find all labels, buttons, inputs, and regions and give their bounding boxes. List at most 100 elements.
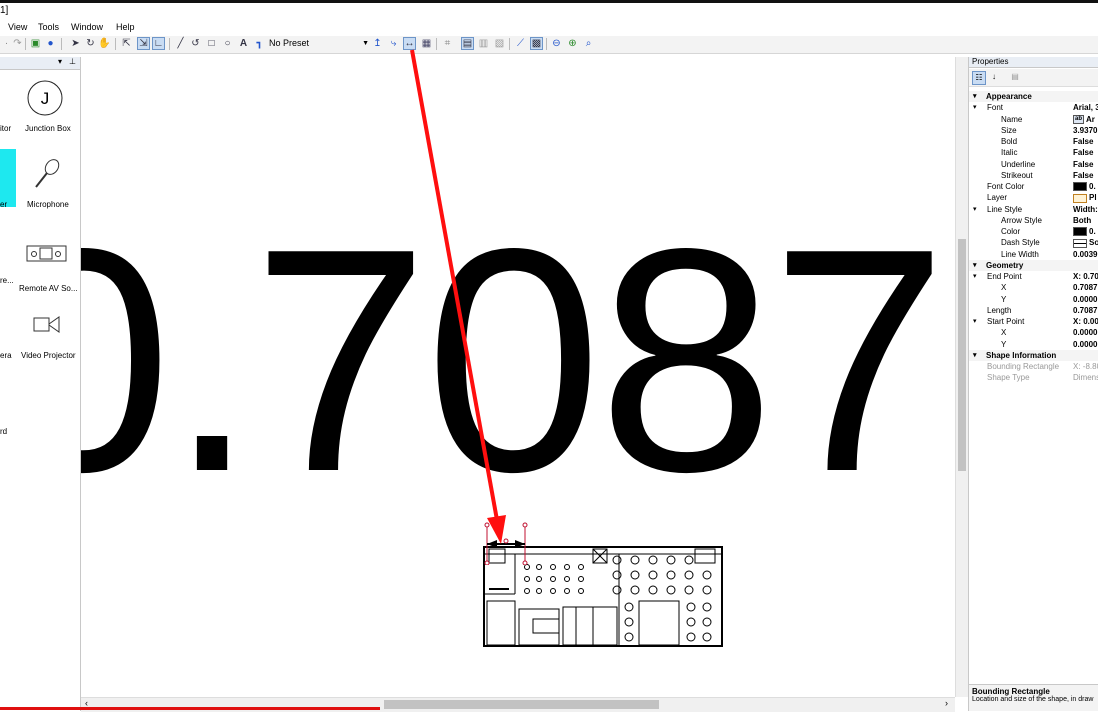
property-row[interactable]: Underline False [969,159,1098,170]
property-row[interactable]: Layer Pl [969,192,1098,203]
alphabetical-icon[interactable]: ↓ [988,71,1000,83]
property-row[interactable]: ▾ End Point X: 0.70 [969,271,1098,282]
property-value[interactable]: X: 0.70 [1073,271,1098,282]
property-value[interactable]: False [1073,170,1093,181]
property-category[interactable]: ▾ Geometry [969,259,1098,271]
pointer-icon[interactable]: ➤ [69,37,82,50]
property-row[interactable]: ▾ Line Style Width: [969,204,1098,215]
expand-chevron-icon[interactable]: ▾ [973,204,977,215]
video-projector-icon[interactable] [33,315,61,335]
property-row[interactable]: Name ab Ar [969,114,1098,125]
panel-menu-icon[interactable]: ▾ [58,57,62,66]
property-value[interactable]: ab Ar [1073,114,1095,125]
preset-select[interactable]: No Preset ▼ [269,37,369,50]
junction-box-icon[interactable]: J [25,79,65,119]
property-row[interactable]: X 0.0000 [969,327,1098,338]
menu-view[interactable]: View [8,22,27,32]
property-row[interactable]: Shape Type Dimensi [969,372,1098,383]
drawing-canvas[interactable]: 0.7087' [81,57,955,697]
connector-tool-icon[interactable]: ┓ [253,37,266,50]
pan-hand-icon[interactable]: ✋ [98,37,111,50]
microphone-icon[interactable] [30,157,62,191]
vertical-scroll-thumb[interactable] [958,239,966,471]
property-value[interactable]: False [1073,136,1093,147]
property-row[interactable]: Color 0. [969,226,1098,237]
expand-chevron-icon[interactable]: ▾ [973,91,977,102]
export-icon[interactable]: ▣ [29,37,42,50]
snap-grid-icon[interactable]: ▩ [530,37,543,50]
property-row[interactable]: X 0.7087 [969,282,1098,293]
zoom-window-icon[interactable]: ⌕ [582,37,595,50]
text-tool-icon[interactable]: A [237,37,250,50]
property-value[interactable]: 0.0000 [1073,294,1097,305]
property-value[interactable]: 0.0000 [1073,327,1097,338]
expand-chevron-icon[interactable]: ▾ [973,260,977,271]
property-row[interactable]: Line Width 0.0039 [969,249,1098,260]
property-value[interactable]: Dimensi [1073,372,1098,383]
menu-window[interactable]: Window [71,22,103,32]
property-row[interactable]: Arrow Style Both [969,215,1098,226]
rotate-icon[interactable]: ↻ [84,37,97,50]
dimension-tool-icon[interactable]: ↔ [403,37,416,50]
menu-help[interactable]: Help [116,22,135,32]
bring-front-icon[interactable]: ▤ [461,37,474,50]
align-icon[interactable]: ▧ [493,37,506,50]
selected-shape-highlight[interactable] [0,149,16,207]
property-value[interactable]: Arial, 3 [1073,102,1098,113]
categorized-icon[interactable]: ☷ [972,71,986,85]
zoom-out-icon[interactable]: ⊖ [550,37,563,50]
property-row[interactable]: Dash Style So [969,237,1098,248]
property-value[interactable]: Both [1073,215,1091,226]
pin-icon[interactable]: ⊥ [69,57,76,66]
remote-av-source-icon[interactable] [26,244,68,264]
horizontal-scroll-thumb[interactable] [384,700,659,709]
line-tool-icon[interactable]: ╱ [174,37,187,50]
property-value[interactable]: Width: [1073,204,1098,215]
property-pages-icon[interactable]: ▤ [1009,71,1021,83]
measure-icon[interactable]: ⟋ [514,37,527,50]
property-row[interactable]: Bounding Rectangle X: -8.80 [969,361,1098,372]
property-value[interactable]: Pl [1073,192,1097,203]
expand-chevron-icon[interactable]: ▾ [973,316,977,327]
property-row[interactable]: Strikeout False [969,170,1098,181]
property-value[interactable]: X: -8.80 [1073,361,1098,372]
property-row[interactable]: Length 0.7087 [969,305,1098,316]
property-value[interactable]: X: 0.00 [1073,316,1098,327]
select-vertex-icon[interactable]: ⇱ [120,37,133,50]
property-category[interactable]: ▾ Shape Information [969,349,1098,361]
property-value[interactable]: So [1073,237,1098,248]
menu-tools[interactable]: Tools [38,22,59,32]
arc-tool-icon[interactable]: ↺ [189,37,202,50]
curve-tool-icon[interactable]: ⤷ [387,37,400,50]
property-row[interactable]: ▾ Font Arial, 3 [969,102,1098,113]
property-value[interactable]: 0.7087 [1073,305,1097,316]
ortho-icon[interactable]: ∟ [152,37,165,50]
image-tool-icon[interactable]: ▦ [420,37,433,50]
property-value[interactable]: False [1073,159,1093,170]
property-row[interactable]: Size 3.9370 [969,125,1098,136]
property-value[interactable]: 0.7087 [1073,282,1097,293]
help-icon[interactable]: ● [44,37,57,50]
up-arrow-tool-icon[interactable]: ↥ [371,37,384,50]
vertical-scrollbar[interactable] [955,57,968,697]
dimension-text[interactable]: 0.7087' [81,196,955,526]
property-row[interactable]: ▾ Start Point X: 0.00 [969,316,1098,327]
rectangle-tool-icon[interactable]: □ [205,37,218,50]
zoom-in-icon[interactable]: ⊕ [566,37,579,50]
property-value[interactable]: 0.0000 [1073,339,1097,350]
group-icon[interactable]: ⌗ [441,37,454,50]
property-row[interactable]: Y 0.0000 [969,294,1098,305]
expand-chevron-icon[interactable]: ▾ [973,102,977,113]
property-value[interactable]: 0. [1073,226,1096,237]
property-value[interactable]: 0. [1073,181,1096,192]
property-row[interactable]: Y 0.0000 [969,339,1098,350]
edit-points-icon[interactable]: ⇲ [137,37,150,50]
expand-chevron-icon[interactable]: ▾ [973,271,977,282]
property-row[interactable]: Font Color 0. [969,181,1098,192]
redo-icon[interactable]: ↷ [11,37,24,50]
expand-chevron-icon[interactable]: ▾ [973,350,977,361]
property-value[interactable]: 3.9370 [1073,125,1097,136]
property-row[interactable]: Bold False [969,136,1098,147]
property-row[interactable]: Italic False [969,147,1098,158]
property-value[interactable]: 0.0039 [1073,249,1097,260]
